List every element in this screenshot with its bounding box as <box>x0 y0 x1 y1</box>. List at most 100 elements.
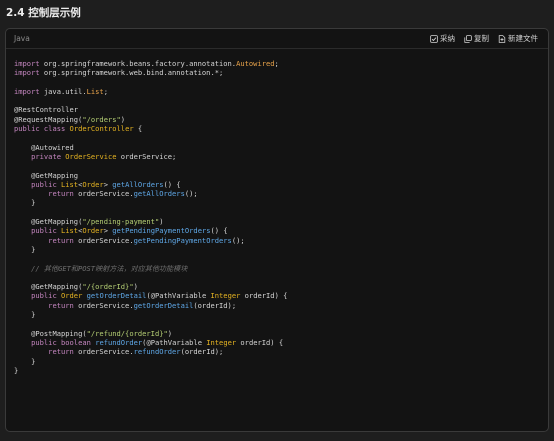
code-token: (@PathVariable <box>142 337 207 347</box>
code-token: Order <box>61 291 83 301</box>
code-line: @GetMapping <box>14 171 287 180</box>
adopt-label: 采纳 <box>440 34 455 43</box>
code-token: class <box>43 124 66 134</box>
code-token: java.util. <box>39 86 87 96</box>
code-actions: 采纳 复制 新建文件 <box>430 33 538 44</box>
code-line: public List<Order> getAllOrders() { <box>14 180 287 189</box>
checkbox-icon <box>430 34 438 43</box>
code-line: return orderService.getPendingPaymentOrd… <box>14 236 287 245</box>
section-title: 2.4 控制层示例 <box>6 7 81 19</box>
code-line: } <box>14 310 287 319</box>
code-token: return <box>48 189 74 199</box>
code-token: { <box>133 124 143 134</box>
code-line: @Autowired <box>14 143 287 152</box>
new-file-icon <box>498 34 506 43</box>
code-token: } <box>14 198 36 208</box>
code-line: @RequestMapping("/orders") <box>14 115 287 124</box>
code-token: orderService. <box>73 300 134 310</box>
code-token: return <box>48 347 74 357</box>
code-token: } <box>14 365 19 375</box>
code-token: public <box>31 226 57 236</box>
code-line: @GetMapping("/{orderId}") <box>14 282 287 291</box>
code-token: Integer <box>210 291 241 301</box>
code-token: public <box>31 337 57 347</box>
code-token: ) <box>133 282 138 292</box>
code-token: "/{orderId}" <box>82 282 134 292</box>
code-line: public boolean refundOrder(@PathVariable… <box>14 338 287 347</box>
new-file-button[interactable]: 新建文件 <box>498 33 538 44</box>
copy-button[interactable]: 复制 <box>464 33 489 44</box>
code-token: @RequestMapping( <box>14 114 83 124</box>
code-content: import org.springframework.beans.factory… <box>14 59 287 375</box>
code-token: orderService. <box>73 189 134 199</box>
code-token: orderService; <box>116 151 177 161</box>
code-token: List <box>86 86 104 96</box>
code-line: import java.util.List; <box>14 87 287 96</box>
copy-label: 复制 <box>474 34 489 43</box>
code-line: @GetMapping("/pending-payment") <box>14 217 287 226</box>
code-line: } <box>14 198 287 207</box>
code-line: // 其他GET和POST映射方法，对应其他功能模块 <box>14 264 287 273</box>
code-token: List <box>61 226 79 236</box>
code-block: Java 采纳 复制 新建文件 import org.springframewo… <box>5 28 549 432</box>
code-token: orderId) { <box>236 337 284 347</box>
code-token: ) <box>159 217 164 227</box>
code-token: orderId) { <box>240 291 288 301</box>
code-token: Integer <box>206 337 237 347</box>
code-token: } <box>14 244 36 254</box>
code-line: } <box>14 357 287 366</box>
code-token: org.springframework.web.bind.annotation.… <box>39 68 224 78</box>
code-token: "/refund/{orderId}" <box>86 328 168 338</box>
code-token: } <box>14 356 36 366</box>
new-file-label: 新建文件 <box>508 34 538 43</box>
adopt-button[interactable]: 采纳 <box>430 33 455 44</box>
code-line: return orderService.refundOrder(orderId)… <box>14 347 287 356</box>
code-token: // 其他GET和POST映射方法，对应其他功能模块 <box>31 263 188 273</box>
code-token: (); <box>184 189 198 199</box>
code-token: import <box>14 59 40 68</box>
code-token: > <box>103 226 113 236</box>
code-token: getOrderDetail <box>86 291 147 301</box>
code-token: refundOrder <box>133 347 181 357</box>
code-token: ) <box>167 328 173 338</box>
code-token: public <box>31 291 57 301</box>
code-token: @PostMapping( <box>31 328 87 338</box>
code-line: public class OrderController { <box>14 124 287 133</box>
code-token: > <box>103 179 113 189</box>
code-token: orderService. <box>73 347 134 357</box>
code-token: @RestController <box>14 105 79 115</box>
code-token: Order <box>82 226 104 236</box>
code-token: (orderId); <box>180 347 224 357</box>
code-token: import <box>14 86 40 96</box>
code-line: @PostMapping("/refund/{orderId}") <box>14 329 287 338</box>
code-token: public <box>14 124 40 134</box>
code-line: import org.springframework.web.bind.anno… <box>14 68 287 77</box>
code-token: getOrderDetail <box>133 300 194 310</box>
code-line: } <box>14 245 287 254</box>
code-token: boolean <box>61 337 91 347</box>
code-block-header: Java 采纳 复制 新建文件 <box>6 29 548 49</box>
code-token: (@PathVariable <box>146 291 211 301</box>
code-line: @RestController <box>14 105 287 114</box>
code-token: Autowired <box>236 59 275 68</box>
code-token: return <box>48 300 74 310</box>
code-token: getAllOrders <box>112 179 164 189</box>
code-token: ; <box>103 86 108 96</box>
